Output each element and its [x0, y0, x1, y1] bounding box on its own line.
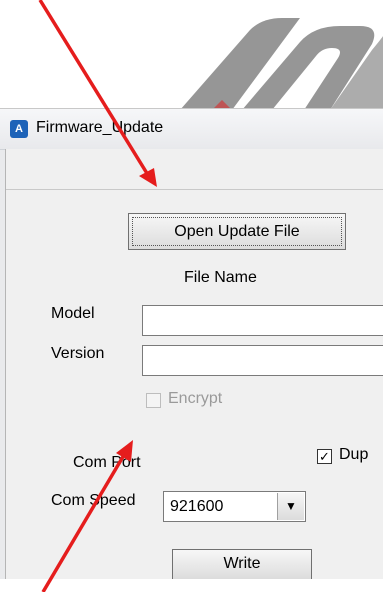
open-update-file-button[interactable]: Open Update File [128, 213, 346, 250]
focus-rectangle [132, 217, 342, 246]
dialog-body: Open Update File File Name Model Version… [5, 149, 383, 579]
write-button[interactable]: Write [172, 549, 312, 579]
encrypt-checkbox[interactable] [146, 393, 161, 408]
title-bar[interactable]: A Firmware_Update [0, 109, 383, 150]
com-speed-select[interactable]: 921600 ▼ [163, 491, 306, 522]
checkmark-icon: ✓ [319, 449, 330, 464]
write-label: Write [223, 555, 261, 572]
com-port-label: Com Port [73, 454, 141, 471]
app-icon: A [10, 120, 28, 138]
toolbar-strip [6, 149, 383, 190]
com-speed-value: 921600 [170, 498, 224, 515]
model-field[interactable] [142, 305, 383, 336]
encrypt-label: Encrypt [168, 390, 223, 407]
dup-label: Dup [339, 446, 369, 463]
version-label: Version [51, 345, 105, 362]
firmware-update-window: A Firmware_Update Open Update File File … [0, 108, 383, 579]
dup-checkbox[interactable]: ✓ [317, 449, 332, 464]
file-name-label: File Name [184, 269, 257, 286]
model-label: Model [51, 305, 95, 322]
brand-logo [180, 18, 383, 110]
com-speed-label: Com Speed [51, 492, 136, 509]
window-title: Firmware_Update [36, 119, 164, 136]
version-field[interactable] [142, 345, 383, 376]
chevron-down-icon[interactable]: ▼ [277, 493, 304, 520]
